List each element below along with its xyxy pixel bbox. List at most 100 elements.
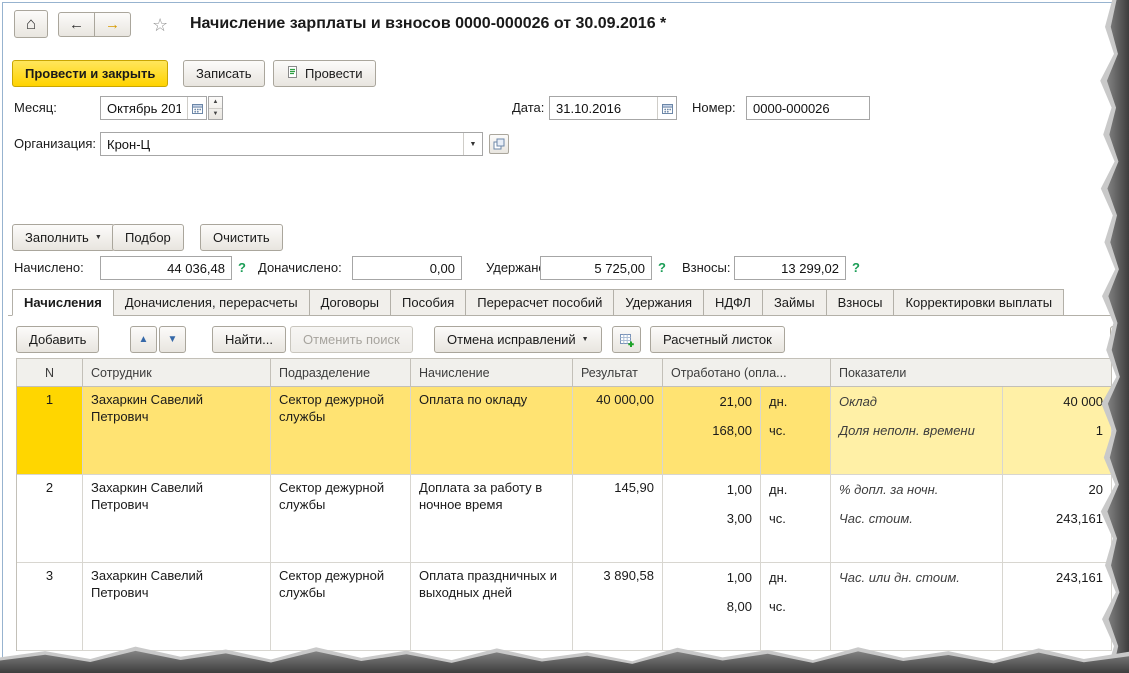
indicator-value-cell[interactable]: 40 000 1	[1003, 387, 1112, 474]
indicator-value-line[interactable]: 40 000	[1003, 387, 1111, 416]
indicator-name-line[interactable]	[831, 592, 1002, 621]
date-calendar-button[interactable]	[657, 97, 676, 119]
worked-unit-line[interactable]: дн.	[761, 563, 830, 592]
accrual-cell[interactable]: Оплата по окладу	[411, 387, 573, 474]
withheld-input[interactable]	[541, 257, 651, 279]
worked-unit-cell[interactable]: дн. чс.	[761, 475, 831, 562]
indicator-name-line[interactable]	[831, 533, 1002, 562]
form-more-button[interactable]: Еще	[1112, 60, 1129, 87]
favorite-star-icon[interactable]: ☆	[152, 15, 168, 36]
tab-deductions[interactable]: Удержания	[613, 289, 705, 316]
organization-input[interactable]	[101, 133, 463, 155]
worked-qty-line[interactable]: 8,00	[663, 592, 760, 621]
indicator-name-line[interactable]: % допл. за ночн.	[831, 475, 1002, 504]
post-and-close-button[interactable]: Провести и закрыть	[12, 60, 169, 87]
result-cell[interactable]: 145,90	[573, 475, 663, 562]
date-field[interactable]	[549, 96, 677, 120]
month-field[interactable]	[100, 96, 207, 120]
indicator-name-line[interactable]: Час. стоим.	[831, 504, 1002, 533]
row-number-cell[interactable]: 1	[17, 387, 83, 474]
selection-button[interactable]: Подбор	[112, 224, 184, 251]
tab-ndfl[interactable]: НДФЛ	[703, 289, 763, 316]
tab-payment-adjustments[interactable]: Корректировки выплаты	[893, 289, 1065, 316]
accrued-field[interactable]	[100, 256, 232, 280]
worked-qty-line[interactable]: 168,00	[663, 416, 760, 445]
accrual-cell[interactable]: Оплата праздничных и выходных дней	[411, 563, 573, 650]
tab-benefit-recalculation[interactable]: Перерасчет пособий	[465, 289, 615, 316]
worked-unit-line[interactable]: чс.	[761, 592, 830, 621]
accrued-input[interactable]	[101, 257, 231, 279]
accrual-cell[interactable]: Доплата за работу в ночное время	[411, 475, 573, 562]
worked-qty-line[interactable]: 1,00	[663, 563, 760, 592]
worked-unit-line[interactable]	[761, 621, 830, 650]
indicator-name-cell[interactable]: % допл. за ночн. Час. стоим.	[831, 475, 1003, 562]
tab-accruals[interactable]: Начисления	[12, 289, 114, 316]
grid-settings-button[interactable]	[612, 326, 641, 353]
worked-qty-line[interactable]: 21,00	[663, 387, 760, 416]
row-number-cell[interactable]: 2	[17, 475, 83, 562]
indicator-value-line[interactable]	[1003, 533, 1111, 562]
stepper-up-icon[interactable]: ▲	[209, 97, 222, 109]
row-number-cell[interactable]: 3	[17, 563, 83, 650]
tab-contracts[interactable]: Договоры	[308, 289, 392, 316]
indicator-name-line[interactable]: Оклад	[831, 387, 1002, 416]
post-button[interactable]: Провести	[273, 60, 376, 87]
table-row[interactable]: 3 Захаркин Савелий Петрович Сектор дежур…	[17, 563, 1112, 651]
table-row[interactable]: 2 Захаркин Савелий Петрович Сектор дежур…	[17, 475, 1112, 563]
month-stepper[interactable]: ▲ ▼	[208, 96, 223, 120]
worked-qty-line[interactable]	[663, 621, 760, 650]
indicator-name-line[interactable]: Доля неполн. времени	[831, 416, 1002, 445]
worked-qty-line[interactable]	[663, 445, 760, 474]
tab-loans[interactable]: Займы	[761, 289, 827, 316]
indicator-value-cell[interactable]: 20 243,161	[1003, 475, 1112, 562]
worked-unit-line[interactable]: дн.	[761, 387, 830, 416]
stepper-down-icon[interactable]: ▼	[209, 109, 222, 120]
move-up-button[interactable]: ▲	[130, 326, 157, 353]
worked-qty-cell[interactable]: 1,00 3,00	[663, 475, 761, 562]
indicator-value-line[interactable]	[1003, 445, 1111, 474]
additional-accrued-field[interactable]	[352, 256, 462, 280]
organization-dropdown-button[interactable]: ▼	[463, 133, 482, 155]
worked-qty-line[interactable]: 3,00	[663, 504, 760, 533]
move-down-button[interactable]: ▼	[159, 326, 186, 353]
employee-cell[interactable]: Захаркин Савелий Петрович	[83, 475, 271, 562]
back-button[interactable]: ←	[58, 12, 95, 37]
indicator-value-line[interactable]: 243,161	[1003, 563, 1111, 592]
number-field[interactable]	[746, 96, 870, 120]
employee-cell[interactable]: Захаркин Савелий Петрович	[83, 563, 271, 650]
worked-unit-line[interactable]	[761, 533, 830, 562]
cancel-corrections-button[interactable]: Отмена исправлений ▼	[434, 326, 602, 353]
department-cell[interactable]: Сектор дежурной службы	[271, 387, 411, 474]
indicator-value-line[interactable]: 1	[1003, 416, 1111, 445]
fill-button[interactable]: Заполнить ▼	[12, 224, 115, 251]
worked-qty-line[interactable]: 1,00	[663, 475, 760, 504]
worked-unit-line[interactable]: чс.	[761, 504, 830, 533]
indicator-value-cell[interactable]: 243,161	[1003, 563, 1112, 650]
indicator-value-line[interactable]	[1003, 621, 1111, 650]
additional-accrued-input[interactable]	[353, 257, 461, 279]
worked-unit-line[interactable]	[761, 445, 830, 474]
worked-unit-cell[interactable]: дн. чс.	[761, 387, 831, 474]
department-cell[interactable]: Сектор дежурной службы	[271, 475, 411, 562]
withheld-field[interactable]	[540, 256, 652, 280]
month-input[interactable]	[101, 97, 187, 119]
result-cell[interactable]: 40 000,00	[573, 387, 663, 474]
payslip-button[interactable]: Расчетный листок	[650, 326, 785, 353]
tab-benefits[interactable]: Пособия	[390, 289, 467, 316]
contributions-hint-link[interactable]: ?	[852, 256, 860, 280]
indicator-name-line[interactable]	[831, 445, 1002, 474]
indicator-name-cell[interactable]: Оклад Доля неполн. времени	[831, 387, 1003, 474]
indicator-value-line[interactable]: 243,161	[1003, 504, 1111, 533]
worked-qty-line[interactable]	[663, 533, 760, 562]
clear-button[interactable]: Очистить	[200, 224, 283, 251]
worked-unit-line[interactable]: дн.	[761, 475, 830, 504]
month-calendar-button[interactable]	[187, 97, 206, 119]
indicator-value-line[interactable]: 20	[1003, 475, 1111, 504]
number-input[interactable]	[747, 97, 869, 119]
indicator-name-cell[interactable]: Час. или дн. стоим.	[831, 563, 1003, 650]
worked-unit-cell[interactable]: дн. чс.	[761, 563, 831, 650]
date-input[interactable]	[550, 97, 657, 119]
indicator-name-line[interactable]	[831, 621, 1002, 650]
result-cell[interactable]: 3 890,58	[573, 563, 663, 650]
contributions-field[interactable]	[734, 256, 846, 280]
